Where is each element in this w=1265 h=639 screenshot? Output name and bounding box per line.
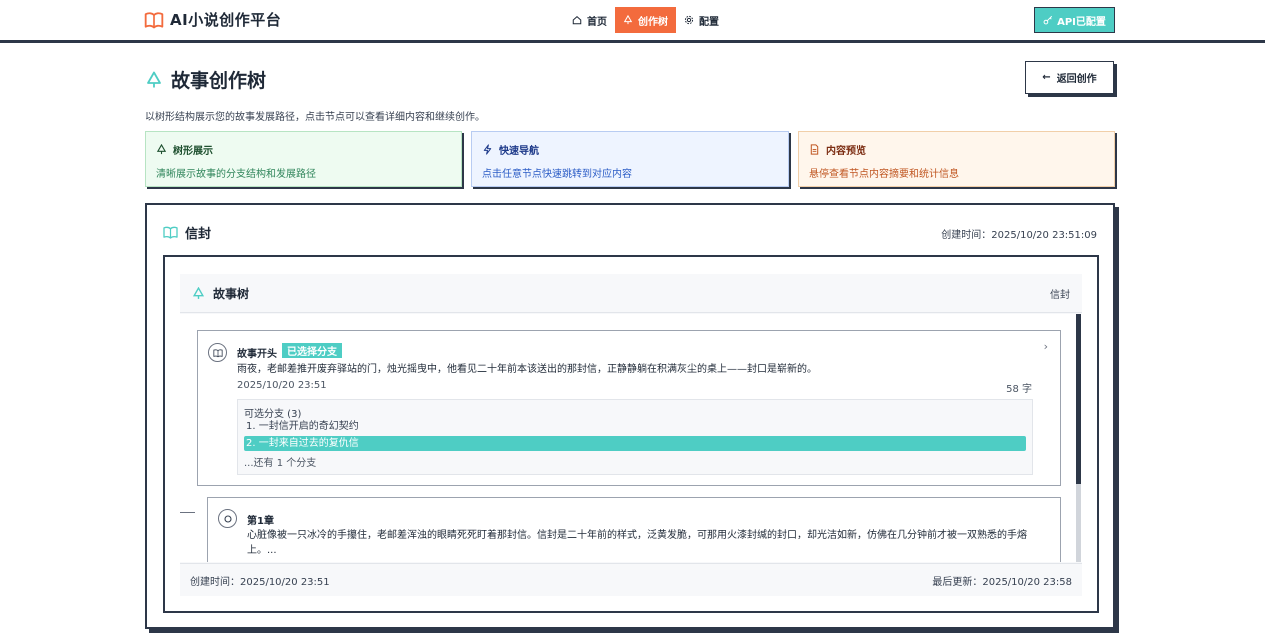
footer-created-time: 创建时间：2025/10/20 23:51: [190, 576, 330, 588]
node-date: 2025/10/20 23:51: [237, 380, 327, 391]
feature-card-preview: 内容预览 悬停查看节点内容摘要和统计信息: [798, 131, 1115, 187]
gear-icon: [684, 15, 694, 25]
top-navbar: AI小说创作平台 首页 创作树 配置 API已配置: [0, 0, 1265, 43]
brand[interactable]: AI小说创作平台: [144, 9, 281, 30]
nav-settings-label: 配置: [699, 16, 719, 28]
nav-home[interactable]: 首页: [564, 7, 615, 33]
tree-connector: [180, 512, 195, 513]
page-description: 以树形结构展示您的故事发展路径，点击节点可以查看详细内容和继续创作。: [145, 112, 485, 123]
circle-icon: [218, 509, 237, 528]
book-icon: [208, 343, 227, 362]
story-title-text: 信封: [185, 227, 212, 242]
tree-story-name: 信封: [1050, 289, 1070, 301]
nav-story-tree[interactable]: 创作树: [615, 7, 676, 33]
home-icon: [572, 15, 582, 25]
arrow-left-icon: ←: [1042, 72, 1051, 83]
branch-option[interactable]: 1. 一封信开启的奇幻契约: [244, 419, 1026, 434]
nav-home-label: 首页: [587, 16, 607, 28]
open-book-icon: [163, 226, 178, 239]
feature-desc: 清晰展示故事的分支结构和发展路径: [156, 169, 316, 180]
tree-icon: [192, 286, 205, 299]
document-icon: [810, 144, 819, 155]
tree-header: 故事树 信封: [180, 274, 1082, 313]
feature-title: 内容预览: [826, 146, 866, 157]
lightning-icon: [483, 144, 492, 155]
branch-more[interactable]: ...还有 1 个分支: [244, 454, 1026, 469]
feature-card-tree: 树形展示 清晰展示故事的分支结构和发展路径: [145, 131, 462, 187]
story-panel: 信封 创建时间：2025/10/20 23:51:09 故事树 信封 故事开头 …: [145, 203, 1115, 629]
chevron-right-icon[interactable]: ›: [1044, 340, 1048, 353]
main-nav: 首页 创作树 配置: [564, 7, 727, 33]
node-title: 故事开头: [237, 349, 277, 360]
tree-footer: 创建时间：2025/10/20 23:51 最后更新：2025/10/20 23…: [180, 563, 1082, 596]
back-button-label: 返回创作: [1056, 74, 1097, 85]
node-text: 心脏像被一只冰冷的手攥住，老邮差浑浊的眼睛死死盯着那封信。信封是二十年前的样式，…: [247, 530, 1027, 556]
branch-option-selected[interactable]: 2. 一封来自过去的复仇信: [244, 436, 1026, 451]
story-title: 信封: [163, 223, 211, 242]
branch-list-title: 可选分支 (3): [244, 409, 302, 420]
feature-card-navigation: 快速导航 点击任意节点快速跳转到对应内容: [471, 131, 789, 187]
selected-branch-badge: 已选择分支: [282, 343, 342, 358]
key-icon: [1043, 15, 1053, 25]
story-tree-frame: 故事树 信封 故事开头 已选择分支 › 雨夜，老邮差推开废弃驿站的门，烛光摇曳中…: [163, 255, 1099, 613]
book-logo-icon: [144, 11, 164, 28]
node-title: 第1章: [247, 516, 274, 527]
tree-node[interactable]: 故事开头 已选择分支 › 雨夜，老邮差推开废弃驿站的门，烛光摇曳中，他看见二十年…: [197, 330, 1061, 486]
scrollbar-thumb[interactable]: [1076, 314, 1081, 484]
footer-updated-time: 最后更新：2025/10/20 23:58: [932, 576, 1072, 588]
feature-title: 树形展示: [173, 146, 213, 157]
tree-icon: [156, 144, 167, 155]
node-word-count: 58 字: [1006, 384, 1032, 395]
back-to-writing-button[interactable]: ← 返回创作: [1025, 61, 1114, 94]
tree-title: 故事树: [213, 286, 250, 301]
tree-icon: [623, 15, 633, 25]
story-created-time: 创建时间：2025/10/20 23:51:09: [941, 230, 1097, 241]
feature-desc: 点击任意节点快速跳转到对应内容: [482, 169, 632, 180]
story-tree: 故事树 信封 故事开头 已选择分支 › 雨夜，老邮差推开废弃驿站的门，烛光摇曳中…: [180, 274, 1082, 596]
nav-settings[interactable]: 配置: [676, 7, 727, 33]
tree-icon: [147, 71, 161, 87]
nav-story-tree-label: 创作树: [638, 16, 668, 28]
brand-title: AI小说创作平台: [170, 11, 282, 29]
api-status-button[interactable]: API已配置: [1034, 7, 1115, 33]
node-text: 雨夜，老邮差推开废弃驿站的门，烛光摇曳中，他看见二十年前本该送出的那封信，正静静…: [237, 364, 817, 375]
tree-scroll-area[interactable]: 故事开头 已选择分支 › 雨夜，老邮差推开废弃驿站的门，烛光摇曳中，他看见二十年…: [180, 314, 1082, 562]
page-title-text: 故事创作树: [171, 70, 267, 92]
feature-desc: 悬停查看节点内容摘要和统计信息: [809, 169, 959, 180]
feature-title: 快速导航: [499, 146, 539, 157]
api-status-label: API已配置: [1057, 16, 1106, 28]
page-title: 故事创作树: [145, 66, 266, 93]
branch-list: 可选分支 (3) 1. 一封信开启的奇幻契约 2. 一封来自过去的复仇信 ...…: [237, 399, 1033, 475]
tree-node[interactable]: 第1章 心脏像被一只冰冷的手攥住，老邮差浑浊的眼睛死死盯着那封信。信封是二十年前…: [207, 497, 1061, 562]
